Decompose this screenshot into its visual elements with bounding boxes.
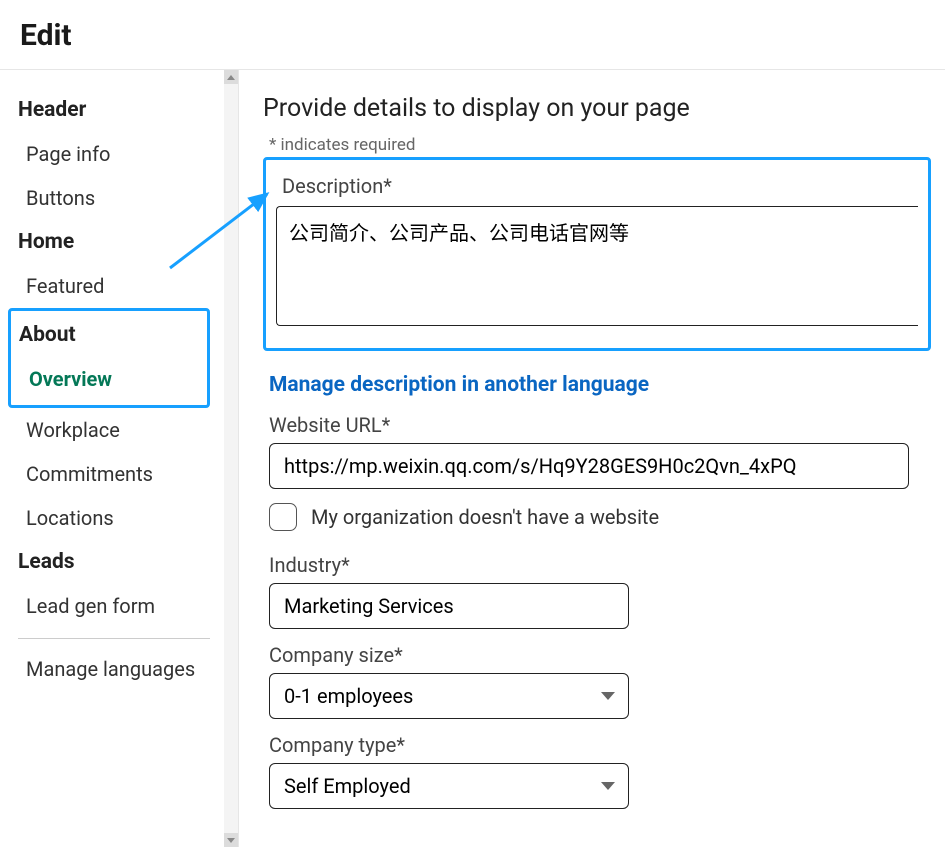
website-label: Website URL*	[269, 413, 945, 437]
scroll-down-icon[interactable]	[224, 833, 238, 847]
no-website-row: My organization doesn't have a website	[269, 503, 945, 531]
industry-label: Industry*	[269, 553, 945, 577]
description-label: Description*	[282, 174, 918, 198]
no-website-checkbox[interactable]	[269, 503, 297, 531]
sidebar-section-home[interactable]: Home	[14, 220, 230, 264]
industry-row: Industry*	[269, 553, 945, 629]
manage-description-language-link[interactable]: Manage description in another language	[269, 373, 945, 397]
sidebar-about-highlight: About Overview	[8, 308, 210, 408]
sidebar-section-leads[interactable]: Leads	[14, 540, 230, 584]
layout: Header Page info Buttons Home Featured A…	[0, 70, 945, 847]
company-type-value[interactable]	[269, 763, 629, 809]
company-size-value[interactable]	[269, 673, 629, 719]
sidebar-item-overview[interactable]: Overview	[11, 357, 207, 401]
description-highlight-box: Description*	[263, 157, 931, 351]
main-panel: Provide details to display on your page …	[238, 70, 945, 847]
company-type-label: Company type*	[269, 733, 945, 757]
sidebar-item-locations[interactable]: Locations	[14, 496, 230, 540]
no-website-label: My organization doesn't have a website	[311, 505, 659, 529]
company-size-label: Company size*	[269, 643, 945, 667]
topbar: Edit	[0, 0, 945, 70]
sidebar-item-workplace[interactable]: Workplace	[14, 408, 230, 452]
sidebar-item-manage-languages[interactable]: Manage languages	[14, 647, 230, 691]
sidebar: Header Page info Buttons Home Featured A…	[0, 70, 238, 847]
industry-input[interactable]	[269, 583, 629, 629]
sidebar-divider	[18, 638, 210, 639]
sidebar-item-featured[interactable]: Featured	[14, 264, 230, 308]
website-row: Website URL*	[269, 413, 945, 489]
company-size-select[interactable]	[269, 673, 629, 719]
website-url-input[interactable]	[269, 443, 909, 489]
company-type-select[interactable]	[269, 763, 629, 809]
sidebar-scrollbar[interactable]	[224, 70, 238, 847]
sidebar-item-buttons[interactable]: Buttons	[14, 176, 230, 220]
sidebar-section-header[interactable]: Header	[14, 88, 230, 132]
description-textarea[interactable]	[276, 206, 918, 326]
required-indicator-hint: * indicates required	[269, 135, 945, 155]
company-size-row: Company size*	[269, 643, 945, 719]
sidebar-item-lead-gen-form[interactable]: Lead gen form	[14, 584, 230, 628]
company-type-row: Company type*	[269, 733, 945, 809]
scroll-up-icon[interactable]	[224, 70, 238, 84]
sidebar-item-page-info[interactable]: Page info	[14, 132, 230, 176]
page-title: Edit	[20, 18, 925, 53]
main-heading: Provide details to display on your page	[263, 94, 945, 123]
sidebar-section-about[interactable]: About	[11, 313, 207, 357]
sidebar-item-commitments[interactable]: Commitments	[14, 452, 230, 496]
